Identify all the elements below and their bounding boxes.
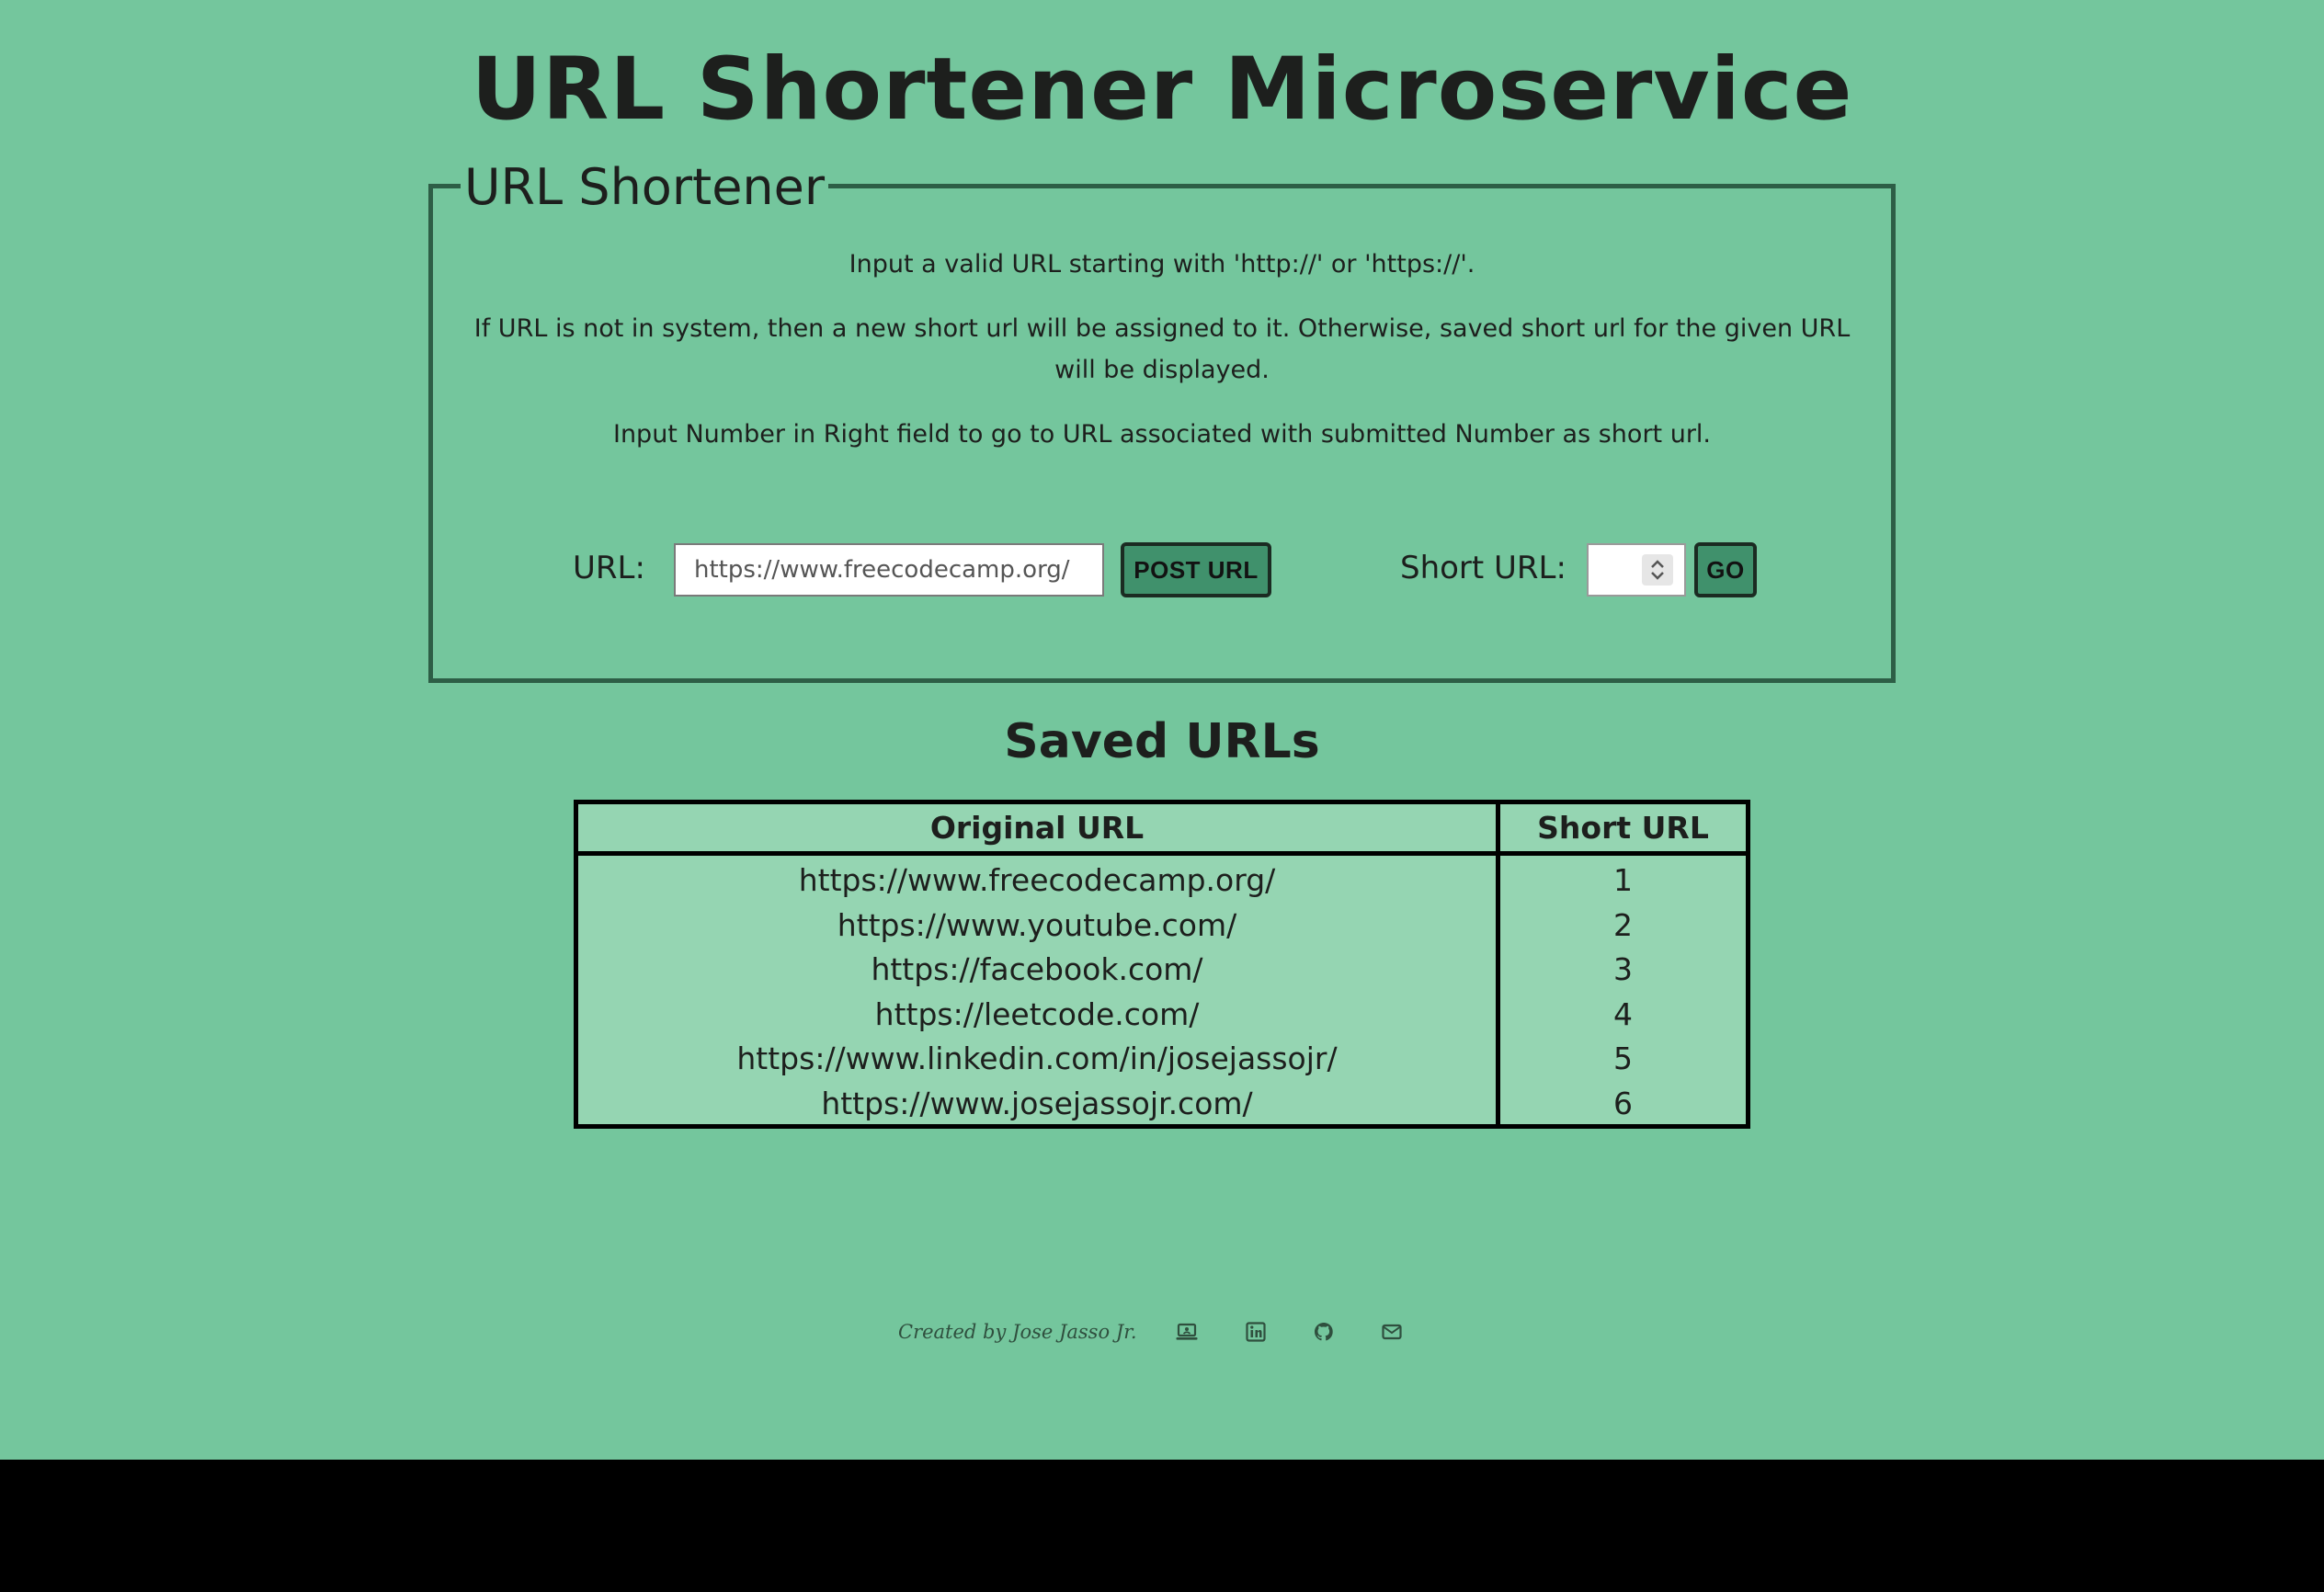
short-url-cell[interactable]: 3 [1500, 948, 1746, 993]
footer-credit: Created by Jose Jasso Jr. [898, 1321, 1137, 1343]
short-url-number-input[interactable] [1587, 543, 1686, 597]
original-url-cell[interactable]: https://www.josejassojr.com/ [578, 1082, 1496, 1127]
instruction-new-short-url: If URL is not in system, then a new shor… [473, 314, 1851, 384]
post-url-button[interactable]: POST URL [1121, 542, 1271, 597]
page-title: URL Shortener Microservice [471, 40, 1853, 140]
url-input[interactable]: https://www.freecodecamp.org/ [674, 543, 1104, 597]
go-button[interactable]: GO [1694, 542, 1757, 597]
original-url-cell[interactable]: https://www.linkedin.com/in/josejassojr/ [578, 1037, 1496, 1082]
shortener-fieldset: URL Shortener Input a valid URL starting… [428, 157, 1896, 683]
table-row: https://www.josejassojr.com/ 6 [578, 1082, 1746, 1127]
table-body: https://www.freecodecamp.org/ 1 https://… [578, 859, 1746, 1127]
page: URL Shortener Microservice URL Shortener… [0, 0, 2324, 1460]
original-url-cell[interactable]: https://www.youtube.com/ [578, 904, 1496, 949]
short-url-cell[interactable]: 6 [1500, 1082, 1746, 1127]
saved-urls-table: Original URL Short URL https://www.freec… [574, 800, 1750, 1129]
short-url-cell[interactable]: 1 [1500, 859, 1746, 904]
header-original-url: Original URL [929, 810, 1145, 846]
table-row: https://facebook.com/ 3 [578, 948, 1746, 993]
footer: Created by Jose Jasso Jr. [0, 1314, 2324, 1351]
email-icon[interactable] [1380, 1320, 1404, 1344]
instruction-go-number: Input Number in Right field to go to URL… [612, 420, 1712, 449]
short-url-cell[interactable]: 4 [1500, 993, 1746, 1038]
spinner-arrows-icon [1651, 560, 1664, 580]
saved-urls-title: Saved URLs [1004, 714, 1320, 769]
github-icon[interactable] [1312, 1320, 1336, 1344]
short-url-cell[interactable]: 2 [1500, 904, 1746, 949]
portfolio-icon[interactable] [1175, 1320, 1199, 1344]
table-row: https://www.freecodecamp.org/ 1 [578, 859, 1746, 904]
table-row: https://leetcode.com/ 4 [578, 993, 1746, 1038]
original-url-cell[interactable]: https://leetcode.com/ [578, 993, 1496, 1038]
header-divider [578, 851, 1746, 856]
short-url-cell[interactable]: 5 [1500, 1037, 1746, 1082]
original-url-cell[interactable]: https://www.freecodecamp.org/ [578, 859, 1496, 904]
table-row: https://www.linkedin.com/in/josejassojr/… [578, 1037, 1746, 1082]
linkedin-icon[interactable] [1244, 1320, 1268, 1344]
original-url-cell[interactable]: https://facebook.com/ [578, 948, 1496, 993]
table-row: https://www.youtube.com/ 2 [578, 904, 1746, 949]
url-label: URL: [573, 550, 645, 586]
number-spinner[interactable] [1642, 554, 1673, 586]
short-url-label: Short URL: [1400, 550, 1566, 586]
shortener-legend: URL Shortener [461, 157, 829, 218]
header-short-url: Short URL [1537, 810, 1709, 846]
instruction-valid-url: Input a valid URL starting with 'http://… [849, 250, 1475, 279]
